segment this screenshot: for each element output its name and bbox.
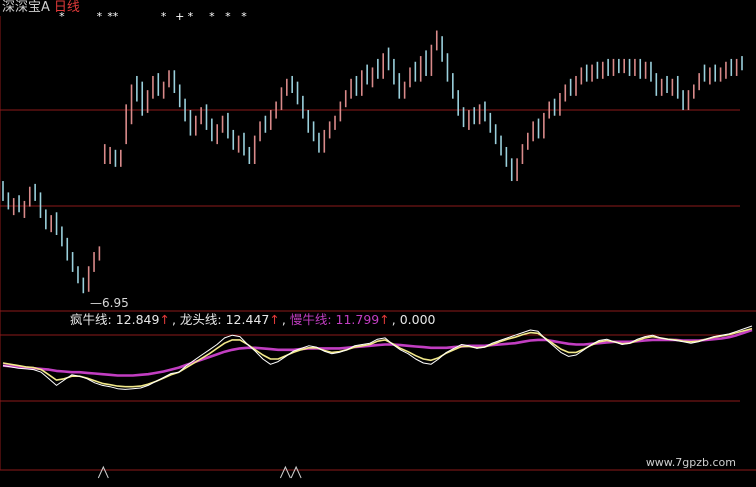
star-marker: *: [188, 10, 194, 23]
dragon-line: [2, 327, 753, 388]
legend-sep: ,: [281, 312, 286, 327]
star-marker: *: [225, 10, 231, 23]
legend-value-extra: 0.000: [399, 312, 436, 327]
period-label: 日线: [53, 0, 80, 15]
legend-value-crazy: 12.849: [115, 312, 160, 327]
star-marker: *: [97, 10, 103, 23]
low-price-label: —6.95: [90, 296, 129, 310]
legend-sep: ,: [171, 312, 176, 327]
legend-label-crazy: 疯牛线:: [70, 312, 112, 327]
signal-marker: [97, 465, 109, 479]
star-marker: *: [113, 10, 119, 23]
star-marker: *: [241, 10, 247, 23]
crazy-bull-line: [2, 325, 753, 390]
legend-value-dragon: 12.447: [225, 312, 270, 327]
legend-arrow-dragon: ↑: [269, 312, 280, 327]
legend-sep: ,: [391, 312, 396, 327]
signal-marker: [279, 465, 291, 479]
star-marker: *: [209, 10, 215, 23]
low-price-line: —: [90, 296, 102, 310]
stock-name: 深深宝A: [2, 0, 50, 15]
legend-label-slow: 慢牛线:: [289, 312, 332, 327]
legend-value-slow: 11.799: [335, 312, 380, 327]
plus-marker: +: [175, 10, 184, 23]
legend-arrow-slow: ↑: [379, 312, 390, 327]
chart-canvas: * * * * * + * * * *: [0, 10, 756, 479]
star-marker: *: [161, 10, 167, 23]
legend-label-dragon: 龙头线:: [179, 312, 222, 327]
chart-header: 深深宝A 日线: [2, 0, 80, 16]
signal-marker: [290, 465, 302, 479]
indicator-legend: 疯牛线: 12.849↑, 龙头线: 12.447↑, 慢牛线: 11.799↑…: [70, 312, 436, 328]
legend-arrow-crazy: ↑: [159, 312, 170, 327]
slow-bull-line: [2, 328, 753, 377]
watermark: www.7gpzb.com: [645, 456, 736, 469]
low-price-value: 6.95: [102, 296, 129, 310]
